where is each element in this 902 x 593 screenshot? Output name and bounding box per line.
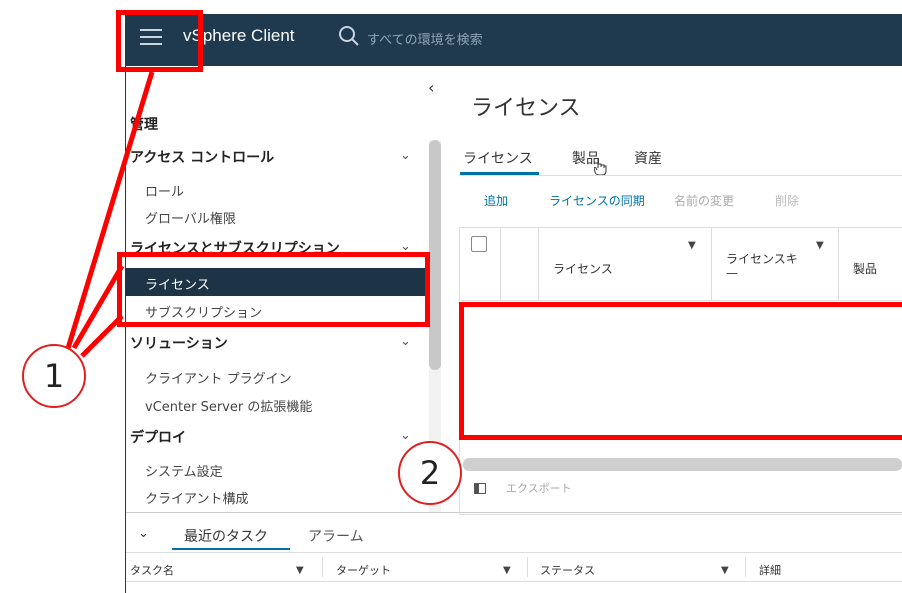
annotation-marker-1: 1 bbox=[22, 344, 86, 408]
annotation-arrows bbox=[63, 71, 155, 358]
annotation-marker-2: 2 bbox=[398, 441, 462, 505]
